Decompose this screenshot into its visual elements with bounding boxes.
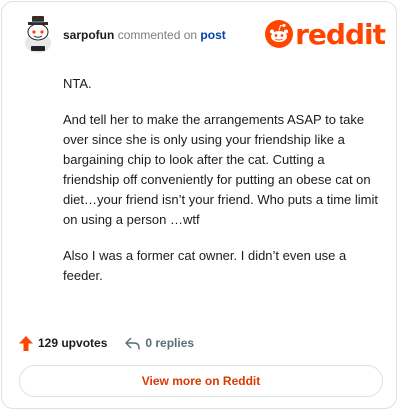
replies-label: 0 replies: [145, 336, 195, 350]
upvotes-counter[interactable]: 129 upvotes: [19, 335, 108, 351]
snoo-avatar-icon[interactable]: [19, 14, 57, 54]
comment-paragraph: Also I was a former cat owner. I didn’t …: [63, 248, 347, 283]
comment-paragraph: And tell her to make the arrangements AS…: [63, 112, 379, 227]
replies-counter[interactable]: 0 replies: [125, 336, 194, 350]
upvote-arrow-icon: [19, 335, 33, 351]
comment-meta: sarpofun commented on post: [63, 28, 226, 42]
logo-wordmark: reddit: [295, 17, 386, 51]
post-link[interactable]: post: [200, 28, 225, 42]
comment-header: sarpofun commented on post reddit: [19, 14, 386, 54]
reddit-logo[interactable]: reddit: [265, 16, 386, 52]
snoo-logo-icon: [265, 20, 294, 48]
comment-footer: 129 upvotes 0 replies: [19, 333, 212, 353]
action-text: commented on: [117, 28, 198, 42]
comment-body: NTA. And tell her to make the arrangemen…: [63, 74, 379, 302]
comment-paragraph: NTA.: [63, 76, 92, 91]
view-more-button[interactable]: View more on Reddit: [19, 365, 383, 397]
embed-card: sarpofun commented on post reddit NTA. A…: [1, 1, 397, 409]
upvotes-label: 129 upvotes: [38, 336, 108, 350]
reply-icon: [125, 337, 141, 349]
username[interactable]: sarpofun: [63, 28, 114, 42]
